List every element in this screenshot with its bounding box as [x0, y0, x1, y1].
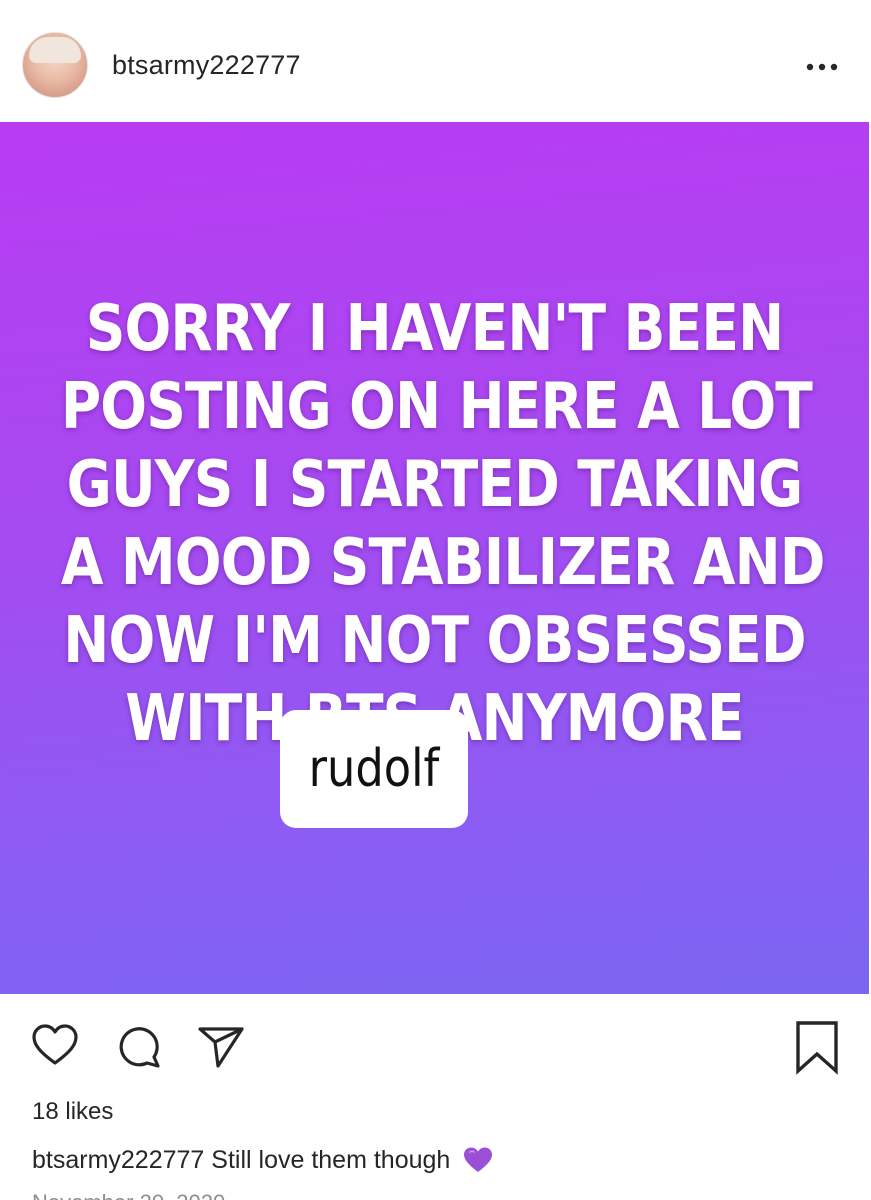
quote-line-5: NOW I'M NOT OBSESSED [63, 604, 806, 678]
likes-count[interactable]: 18 likes [32, 1098, 113, 1126]
caption-text: Still love them though [211, 1146, 451, 1174]
purple-heart-icon [463, 1146, 493, 1181]
share-button[interactable] [196, 1021, 246, 1071]
more-options-icon [806, 63, 838, 71]
quote-line-2: POSTING ON HERE A LOT [60, 370, 813, 444]
quote-line-3: GUYS I STARTED TAKING [66, 448, 804, 522]
instagram-post: btsarmy222777 SORRY I HAVEN'T BEEN POSTI… [0, 0, 871, 1200]
comment-button[interactable] [114, 1021, 164, 1071]
post-date: November 20, 2020 [32, 1190, 225, 1200]
avatar[interactable] [22, 32, 88, 98]
save-button[interactable] [792, 1021, 842, 1075]
caption-username[interactable]: btsarmy222777 [32, 1146, 204, 1174]
avatar-hair [29, 37, 81, 63]
post-image[interactable]: SORRY I HAVEN'T BEEN POSTING ON HERE A L… [0, 122, 869, 994]
comment-icon [119, 1027, 160, 1068]
action-bar [0, 1015, 871, 1079]
more-options-button[interactable] [800, 52, 844, 82]
heart-icon [32, 1024, 78, 1065]
post-caption: btsarmy222777 Still love them though [32, 1146, 493, 1181]
post-username[interactable]: btsarmy222777 [112, 50, 301, 81]
redaction-sticker: rudolf [280, 710, 468, 828]
like-button[interactable] [30, 1021, 80, 1071]
quote-line-1: SORRY I HAVEN'T BEEN [85, 292, 784, 366]
quote-line-4: A MOOD STABILIZER AND [60, 526, 826, 600]
bookmark-icon [796, 1021, 838, 1075]
redaction-label: rudolf [308, 739, 440, 799]
send-icon [198, 1027, 244, 1068]
post-header: btsarmy222777 [0, 0, 871, 122]
